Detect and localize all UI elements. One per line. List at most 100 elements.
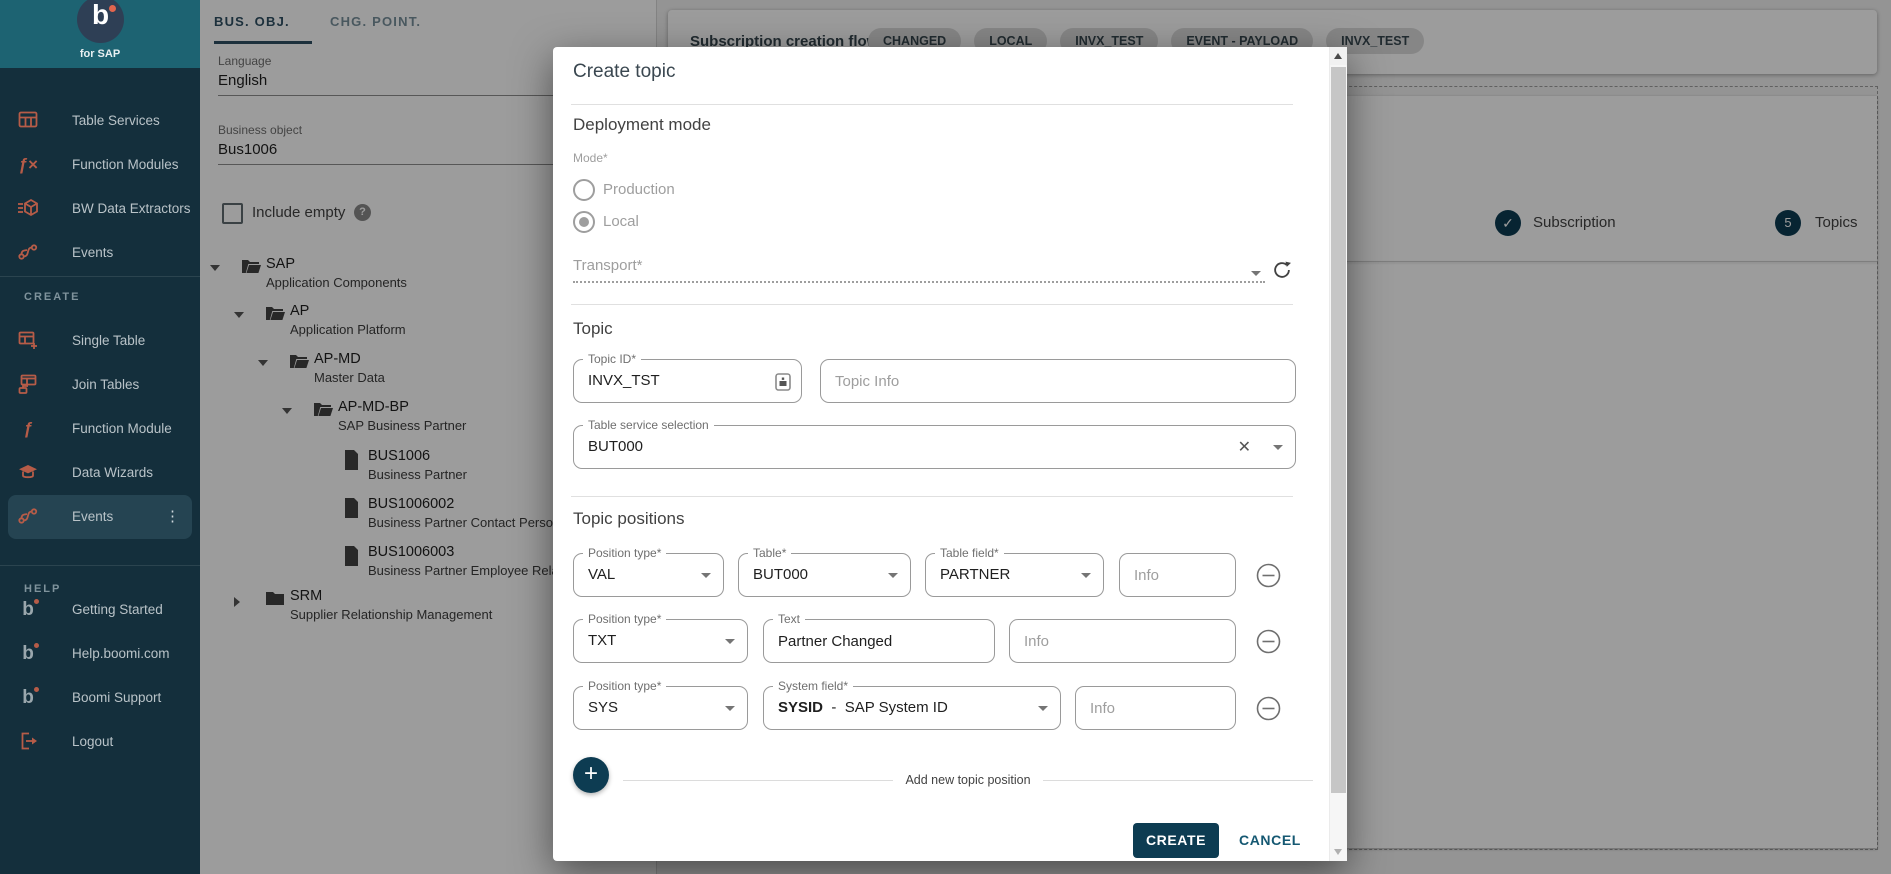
chevron-down-icon[interactable] <box>1273 445 1283 450</box>
single-table-icon <box>16 329 40 353</box>
table-services-icon <box>16 109 40 133</box>
topic-id-field[interactable]: Topic ID* INVX_TST <box>573 359 802 403</box>
clear-icon[interactable]: ✕ <box>1238 437 1251 457</box>
position-type-select-row3[interactable]: Position type* SYS <box>573 686 748 730</box>
info-field-row2[interactable] <box>1009 619 1236 663</box>
boomi-logo-icon: b <box>77 0 124 43</box>
sidebar-item-label: Single Table <box>72 319 145 363</box>
modal-scrollbar[interactable] <box>1329 47 1347 861</box>
logout-icon <box>16 730 40 754</box>
topic-id-value: INVX_TST <box>588 360 660 402</box>
plus-icon: + <box>584 760 598 787</box>
sidebar-item-help-boomi-com[interactable]: b Help.boomi.com <box>0 632 200 676</box>
sidebar-item-label: Getting Started <box>72 588 163 632</box>
deployment-mode-heading: Deployment mode <box>573 115 711 135</box>
chevron-down-icon[interactable] <box>725 639 735 644</box>
local-radio-label: Local <box>603 213 639 230</box>
mode-label: Mode* <box>573 151 608 165</box>
kebab-menu-icon[interactable]: ⋮ <box>165 495 180 539</box>
join-tables-icon <box>16 373 40 397</box>
info-input[interactable] <box>1010 620 1235 662</box>
sidebar-divider <box>0 565 200 566</box>
create-button[interactable]: CREATE <box>1133 823 1219 858</box>
cancel-button[interactable]: CANCEL <box>1239 823 1301 858</box>
table-field-value: PARTNER <box>940 554 1010 596</box>
sidebar-item-bw-data-extractors[interactable]: BW Data Extractors <box>0 187 200 231</box>
chevron-down-icon[interactable] <box>1251 271 1261 276</box>
logo-header: b for SAP <box>0 0 200 68</box>
info-input[interactable] <box>1076 687 1235 729</box>
scroll-down-icon[interactable] <box>1330 843 1347 861</box>
sidebar: b for SAP Table Services ƒ× Function Mod… <box>0 0 200 874</box>
info-field-row1[interactable] <box>1119 553 1236 597</box>
sidebar-item-events-create[interactable]: Events ⋮ <box>8 495 192 539</box>
chevron-down-icon[interactable] <box>725 706 735 711</box>
boomi-b-icon: b <box>16 686 40 710</box>
position-type-value: VAL <box>588 554 615 596</box>
topic-info-field[interactable] <box>820 359 1296 403</box>
remove-position-icon[interactable] <box>1256 696 1281 721</box>
chevron-down-icon[interactable] <box>701 573 711 578</box>
events-icon <box>16 241 40 265</box>
remove-position-icon[interactable] <box>1256 629 1281 654</box>
data-wizards-icon <box>16 461 40 485</box>
topic-info-input[interactable] <box>821 360 1295 402</box>
position-type-value: SYS <box>588 687 618 729</box>
local-radio[interactable] <box>573 211 595 233</box>
sidebar-item-data-wizards[interactable]: Data Wizards <box>0 451 200 495</box>
chevron-down-icon[interactable] <box>1038 706 1048 711</box>
sidebar-divider <box>0 276 200 277</box>
sidebar-item-join-tables[interactable]: Join Tables <box>0 363 200 407</box>
sidebar-item-label: Events <box>72 495 113 539</box>
sidebar-item-single-table[interactable]: Single Table <box>0 319 200 363</box>
table-select-row1[interactable]: Table* BUT000 <box>738 553 911 597</box>
position-type-select-row1[interactable]: Position type* VAL <box>573 553 724 597</box>
sidebar-item-label: Help.boomi.com <box>72 632 170 676</box>
scrollbar-thumb[interactable] <box>1331 67 1346 793</box>
refresh-icon[interactable] <box>1271 259 1293 286</box>
chevron-down-icon[interactable] <box>888 573 898 578</box>
chevron-down-icon[interactable] <box>1081 573 1091 578</box>
sidebar-item-label: Logout <box>72 720 113 764</box>
dialog-title: Create topic <box>573 61 675 83</box>
info-input[interactable] <box>1120 554 1235 596</box>
create-section-header: CREATE <box>24 291 80 303</box>
sidebar-item-boomi-support[interactable]: b Boomi Support <box>0 676 200 720</box>
boomi-b-icon: b <box>16 642 40 666</box>
production-radio[interactable] <box>573 179 595 201</box>
create-topic-dialog: Create topic Deployment mode Mode* Produ… <box>553 47 1347 861</box>
table-service-selection-field[interactable]: Table service selection BUT000 ✕ <box>573 425 1296 469</box>
topic-positions-heading: Topic positions <box>573 509 685 529</box>
position-type-select-row2[interactable]: Position type* TXT <box>573 619 748 663</box>
remove-position-icon[interactable] <box>1256 563 1281 588</box>
divider <box>571 304 1293 305</box>
boomi-logo-letter: b <box>77 0 124 31</box>
sidebar-item-function-modules[interactable]: ƒ× Function Modules <box>0 143 200 187</box>
topic-id-suffix-icon <box>775 373 791 396</box>
scroll-up-icon[interactable] <box>1330 47 1347 65</box>
table-value: BUT000 <box>753 554 808 596</box>
sidebar-item-events[interactable]: Events <box>0 231 200 275</box>
table-field-select-row1[interactable]: Table field* PARTNER <box>925 553 1104 597</box>
production-radio-label: Production <box>603 181 675 198</box>
sidebar-item-table-services[interactable]: Table Services <box>0 99 200 143</box>
system-field-value: SYSID - SAP System ID <box>778 687 948 729</box>
text-field-row2[interactable]: Text <box>763 619 995 663</box>
function-module-icon: ƒ <box>16 417 40 441</box>
system-field-select-row3[interactable]: System field* SYSID - SAP System ID <box>763 686 1061 730</box>
transport-select[interactable] <box>573 261 1265 283</box>
divider <box>571 496 1293 497</box>
events-icon <box>16 505 40 529</box>
function-modules-icon: ƒ× <box>16 153 40 177</box>
sidebar-item-label: Function Module <box>72 407 172 451</box>
boomi-logo-dot <box>109 5 116 12</box>
info-field-row3[interactable] <box>1075 686 1236 730</box>
sidebar-item-getting-started[interactable]: b Getting Started <box>0 588 200 632</box>
sidebar-item-label: Boomi Support <box>72 676 161 720</box>
add-topic-position-button[interactable]: + <box>573 757 609 793</box>
sidebar-item-logout[interactable]: Logout <box>0 720 200 764</box>
position-type-value: TXT <box>588 620 616 662</box>
sidebar-item-label: Join Tables <box>72 363 139 407</box>
sidebar-item-function-module[interactable]: ƒ Function Module <box>0 407 200 451</box>
text-input[interactable] <box>764 620 994 662</box>
